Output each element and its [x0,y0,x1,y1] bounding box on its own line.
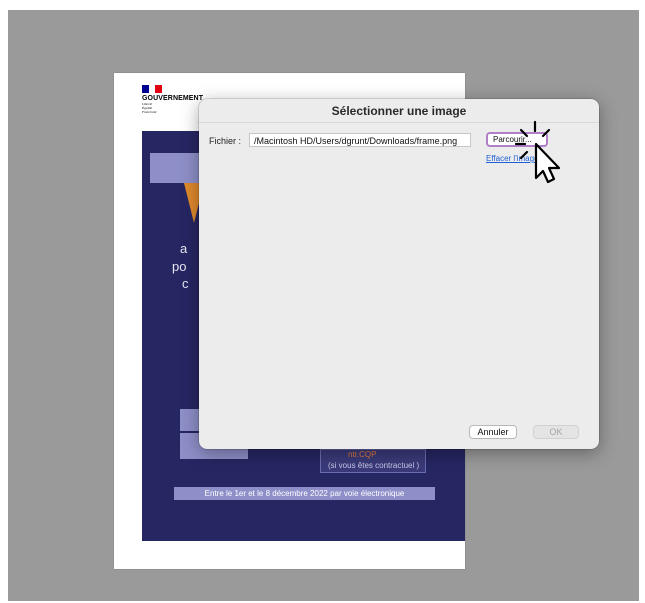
poster-date-banner: Entre le 1er et le 8 décembre 2022 par v… [174,487,435,500]
ok-button[interactable]: OK [533,425,579,439]
logo-motto: Liberté Égalité Fraternité [142,102,157,114]
poster-text-fragment: c [182,276,189,291]
file-path-field[interactable]: /Macintosh HD/Users/dgrunt/Downloads/fra… [249,133,471,147]
poster-text-fragment: po [172,259,187,274]
pointer-hand-click-icon [514,120,561,184]
poster-orange-text: ntr.CQP [348,450,377,459]
dialog-title: Sélectionner une image [331,104,467,118]
french-flag-icon [142,85,163,93]
poster-text-fragment: a [180,241,188,256]
file-label: Fichier : [209,136,242,146]
government-logo: GOUVERNEMENT Liberté Égalité Fraternité [142,85,203,114]
logo-text: GOUVERNEMENT [142,95,204,102]
poster-contract-note: (si vous êtes contractuel ) [328,461,420,470]
cancel-button[interactable]: Annuler [469,425,517,439]
